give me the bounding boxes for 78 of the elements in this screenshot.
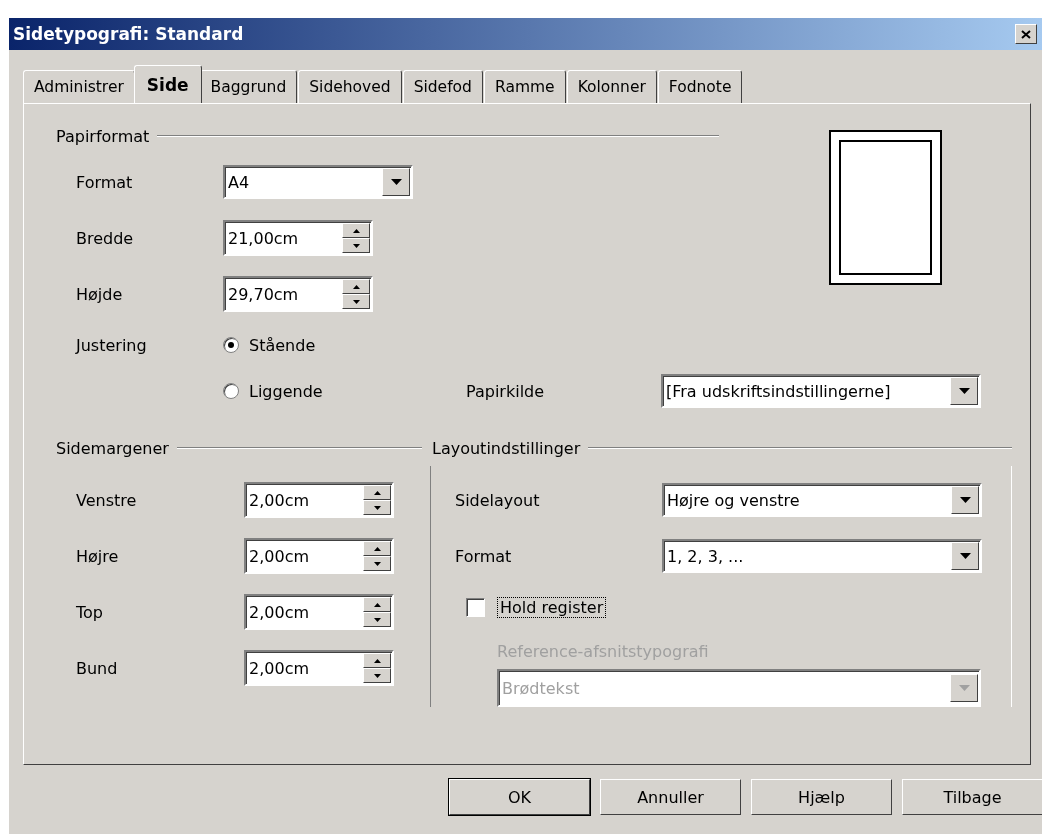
group-heading: Layoutindstillinger — [432, 438, 581, 458]
field-label: Format — [455, 546, 513, 566]
window-title: Sidetypografi: Standard — [13, 24, 244, 44]
dialog-button[interactable]: Hjælp — [751, 779, 892, 815]
caret-icon — [958, 685, 970, 691]
down-arrow-icon — [373, 673, 381, 678]
close-icon — [1021, 29, 1031, 39]
group-heading: Papirformat — [56, 126, 150, 146]
field-label: Venstre — [76, 490, 138, 510]
dialog-button[interactable]: Tilbage — [902, 779, 1042, 815]
dropdown[interactable]: 1, 2, 3, ... — [662, 539, 982, 573]
tab[interactable]: Kolonner — [566, 70, 657, 103]
dropdown-button[interactable] — [951, 542, 979, 570]
field-label: Papirkilde — [466, 381, 546, 401]
checkbox-label[interactable]: Hold register — [497, 596, 607, 618]
radio-label: Liggende — [249, 381, 323, 401]
spin-up-button[interactable] — [363, 541, 391, 556]
up-arrow-icon — [373, 546, 381, 551]
dialog-button[interactable]: OK — [449, 779, 590, 815]
tab[interactable]: Side — [133, 65, 202, 103]
field-label: Højde — [76, 284, 124, 304]
spin-field[interactable]: 29,70cm — [223, 276, 373, 312]
down-arrow-icon — [352, 243, 360, 248]
field-label: Top — [76, 602, 104, 622]
down-arrow-icon — [373, 561, 381, 566]
up-arrow-icon — [352, 284, 360, 289]
field-label: Format — [76, 172, 134, 192]
group-heading: Sidemargener — [56, 438, 169, 458]
down-arrow-icon — [373, 505, 381, 510]
dropdown-button[interactable] — [950, 377, 978, 405]
checkbox[interactable] — [466, 597, 485, 617]
radio-button[interactable] — [223, 337, 239, 353]
spin-down-button[interactable] — [363, 668, 391, 683]
spin-field[interactable]: 2,00cm — [244, 482, 394, 518]
close-button[interactable] — [1015, 24, 1037, 44]
caret-icon — [959, 497, 971, 503]
field-label: Justering — [76, 335, 148, 355]
dialog-button[interactable]: Annuller — [600, 779, 741, 815]
spin-field[interactable]: 2,00cm — [244, 538, 394, 574]
caret-icon — [390, 179, 402, 185]
spin-down-button[interactable] — [363, 612, 391, 627]
dropdown[interactable]: [Fra udskriftsindstillingerne] — [661, 374, 981, 408]
up-arrow-icon — [373, 602, 381, 607]
spin-field[interactable]: 2,00cm — [244, 650, 394, 686]
tab[interactable]: Sidefod — [402, 70, 483, 103]
spin-up-button[interactable] — [363, 597, 391, 612]
up-arrow-icon — [352, 228, 360, 233]
spin-up-button[interactable] — [342, 223, 370, 238]
field-label: Sidelayout — [455, 490, 541, 510]
radio-button[interactable] — [223, 383, 239, 399]
down-arrow-icon — [352, 299, 360, 304]
caret-icon — [959, 553, 971, 559]
tab[interactable]: Administrer — [23, 70, 135, 103]
spin-field[interactable]: 21,00cm — [223, 220, 373, 256]
up-arrow-icon — [373, 490, 381, 495]
tab[interactable]: Baggrund — [199, 70, 298, 103]
tab[interactable]: Fodnote — [657, 70, 743, 103]
spin-down-button[interactable] — [342, 238, 370, 253]
dropdown-button[interactable] — [951, 486, 979, 514]
up-arrow-icon — [373, 658, 381, 663]
spin-up-button[interactable] — [363, 653, 391, 668]
spin-down-button[interactable] — [363, 500, 391, 515]
down-arrow-icon — [373, 617, 381, 622]
spin-up-button[interactable] — [363, 485, 391, 500]
dropdown[interactable]: A4 — [223, 165, 413, 199]
caret-icon — [958, 388, 970, 394]
tab[interactable]: Ramme — [483, 70, 566, 103]
dropdown-button[interactable] — [382, 168, 410, 196]
dropdown[interactable]: Højre og venstre — [662, 483, 982, 517]
radio-label: Stående — [249, 335, 316, 355]
tab[interactable]: Sidehoved — [298, 70, 402, 103]
field-label: Bund — [76, 658, 119, 678]
field-label: Bredde — [76, 228, 135, 248]
spin-down-button[interactable] — [363, 556, 391, 571]
spin-up-button[interactable] — [342, 279, 370, 294]
spin-down-button[interactable] — [342, 294, 370, 309]
field-label: Højre — [76, 546, 120, 566]
spin-field[interactable]: 2,00cm — [244, 594, 394, 630]
